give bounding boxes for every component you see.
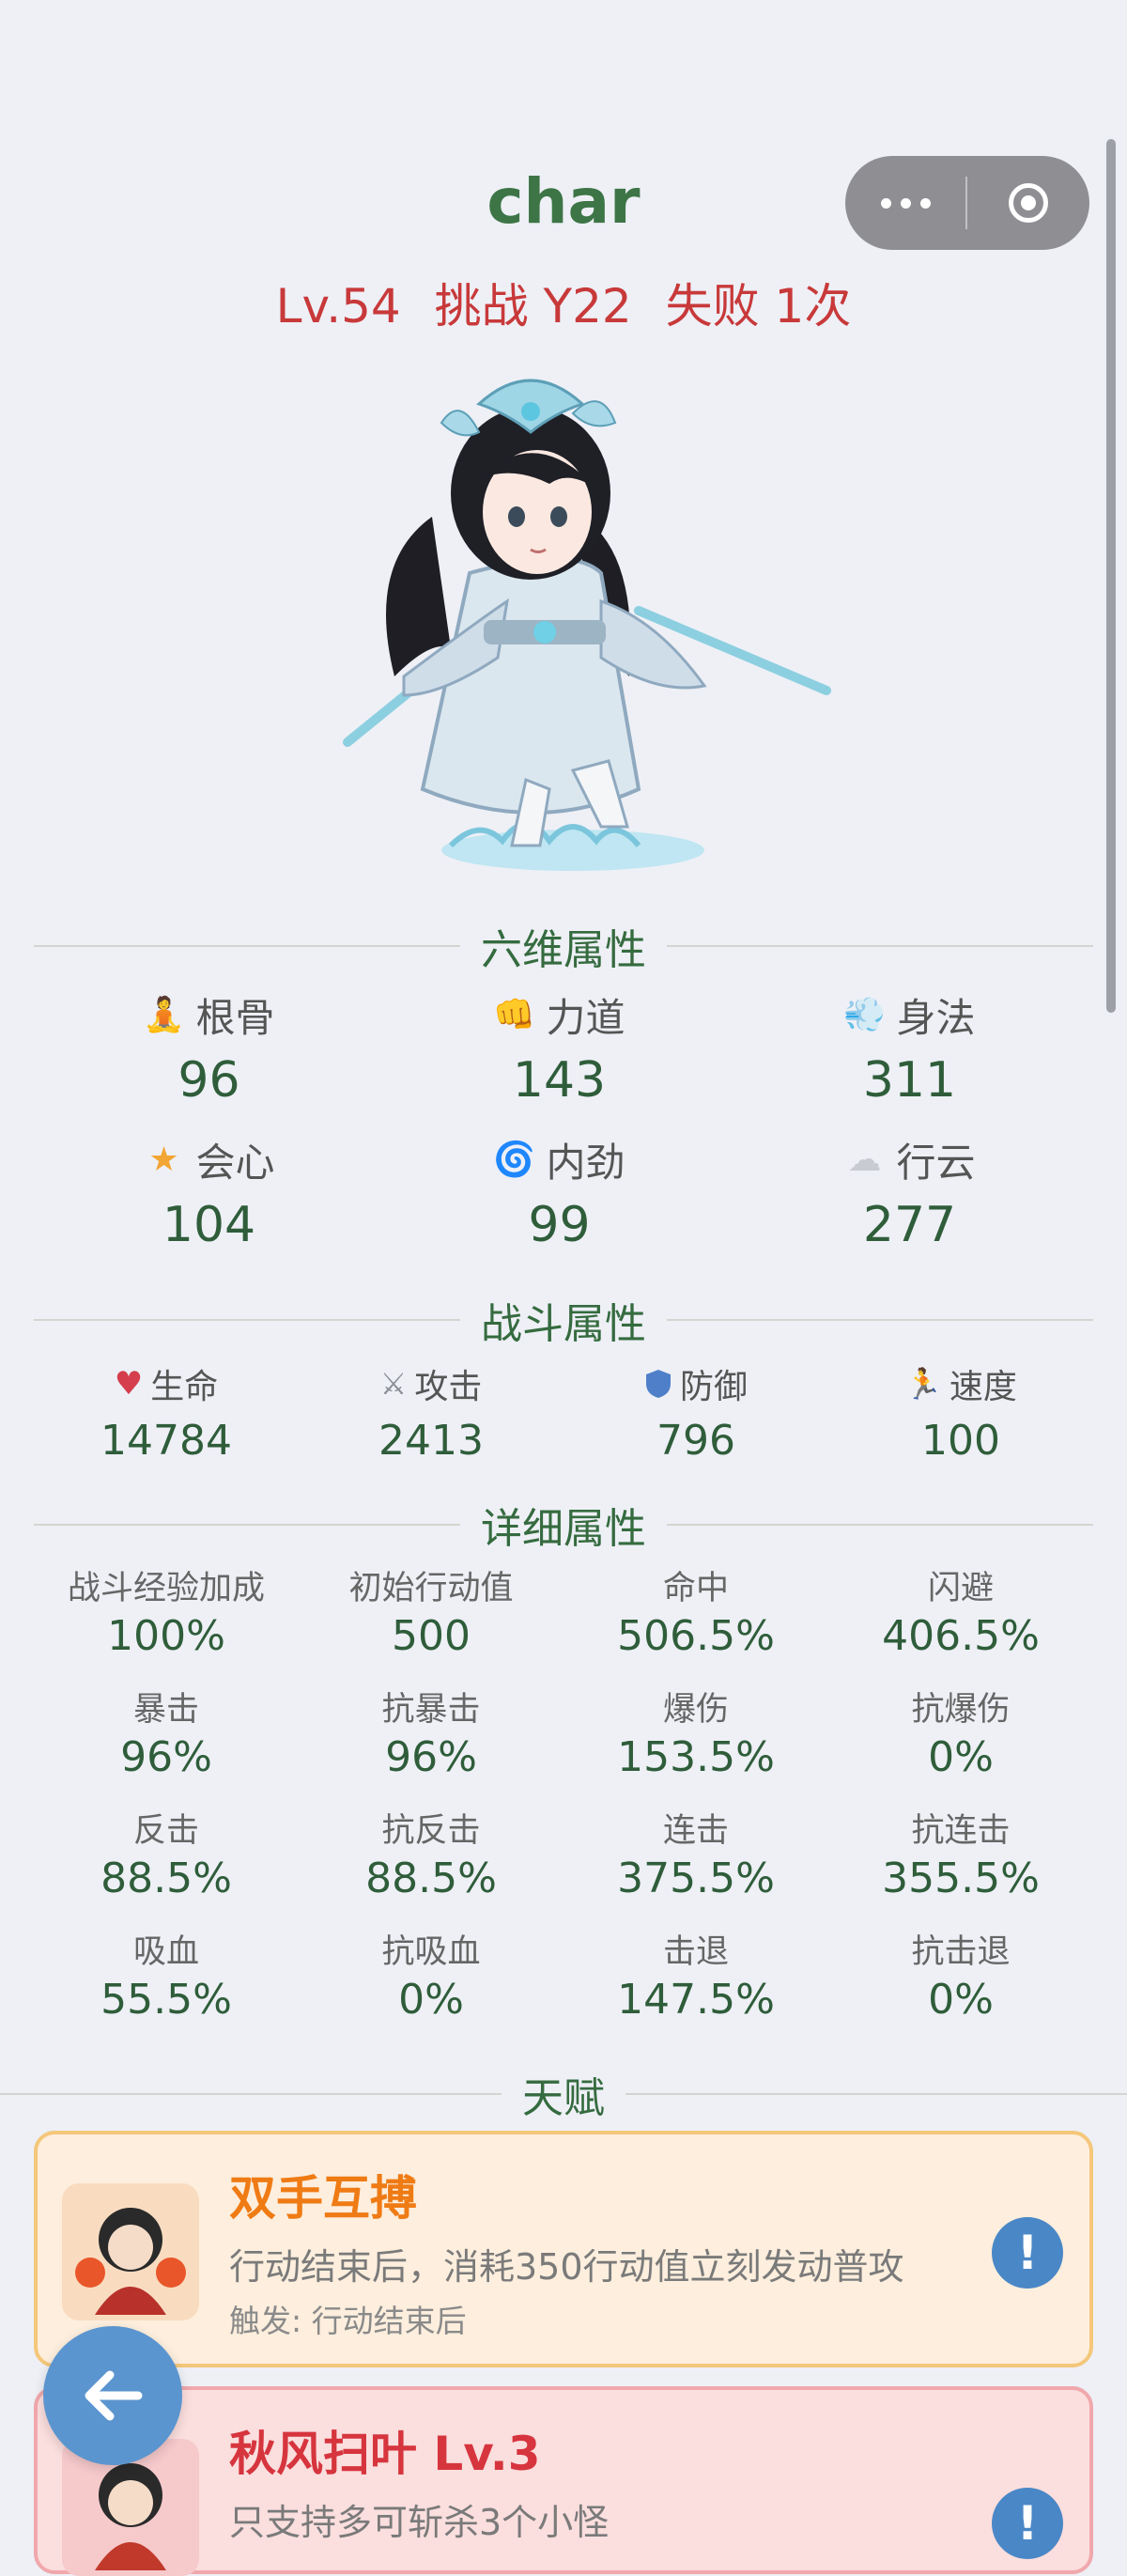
detail-item: 反击 88.5% bbox=[100, 1812, 232, 1902]
fist-icon: 👊 bbox=[493, 996, 535, 1034]
star-icon: ★ bbox=[148, 1140, 179, 1179]
battle-defense: 防御 796 bbox=[564, 1360, 828, 1465]
shield-icon bbox=[645, 1370, 671, 1398]
detail-item: 抗反击 88.5% bbox=[365, 1812, 497, 1902]
talent-section-title: 天赋 bbox=[0, 2071, 1127, 2122]
detail-item: 击退 147.5% bbox=[617, 1933, 775, 2024]
meditation-icon: 🧘 bbox=[143, 996, 185, 1034]
cloud-icon: ☁ bbox=[847, 1140, 882, 1179]
detail-item: 连击 375.5% bbox=[617, 1812, 775, 1902]
talent-trigger: 触发: 行动结束后 bbox=[229, 2303, 467, 2339]
level-label: Lv.54 bbox=[275, 279, 401, 334]
detail-item: 命中 506.5% bbox=[617, 1570, 775, 1660]
talent-title: 秋风扫叶 Lv.3 bbox=[229, 2427, 541, 2481]
battle-section-title: 战斗属性 bbox=[34, 1296, 1093, 1348]
runner-icon: 🏃 bbox=[904, 1366, 942, 1402]
talent-description: 只支持多可斩杀3个小怪 bbox=[229, 2502, 610, 2543]
talent-card[interactable]: 秋风扫叶 Lv.3 只支持多可斩杀3个小怪 ! bbox=[34, 2386, 1093, 2576]
battle-speed: 🏃 速度 100 bbox=[904, 1366, 1017, 1465]
battle-attack: ⚔ 攻击 2413 bbox=[378, 1366, 484, 1465]
arrow-left-icon bbox=[85, 2370, 143, 2421]
detail-item: 暴击 96% bbox=[120, 1691, 212, 1781]
six-dim-section-title: 六维属性 bbox=[34, 923, 1093, 974]
talent-thumbnail bbox=[62, 2183, 199, 2320]
swirl-icon: 🌀 bbox=[493, 1141, 535, 1179]
detail-item: 抗连击 355.5% bbox=[882, 1812, 1040, 1902]
character-name: char bbox=[486, 165, 641, 238]
detail-item: 抗爆伤 0% bbox=[911, 1691, 1011, 1781]
battle-hp: ♥ 生命 14784 bbox=[100, 1365, 232, 1465]
heart-icon: ♥ bbox=[114, 1365, 144, 1403]
talent-title: 双手互搏 bbox=[229, 2171, 417, 2226]
talent-card[interactable]: 双手互搏 行动结束后，消耗350行动值立刻发动普攻 触发: 行动结束后 ! bbox=[34, 2131, 1093, 2367]
info-icon[interactable]: ! bbox=[992, 2217, 1063, 2289]
attr-gengu: 🧘 根骨 96 bbox=[143, 994, 275, 1110]
crossed-swords-icon: ⚔ bbox=[379, 1366, 408, 1402]
detail-item: 吸血 55.5% bbox=[100, 1933, 232, 2024]
attr-lidao: 👊 力道 143 bbox=[493, 994, 625, 1110]
failure-count: 失败 1次 bbox=[665, 279, 852, 334]
six-dim-grid: 🧘 根骨 96 👊 力道 143 💨 身法 311 ★ 会心 104 🌀 内劲 99 ☁ 行… bbox=[0, 985, 1127, 1274]
challenge-label: 挑战 Y22 bbox=[434, 279, 632, 334]
detail-item: 抗暴击 96% bbox=[381, 1691, 481, 1781]
attr-shenfa: 💨 身法 311 bbox=[843, 994, 976, 1110]
attr-neijin: 🌀 内劲 99 bbox=[493, 1139, 625, 1254]
attr-xingyun: ☁ 行云 277 bbox=[734, 1129, 1085, 1274]
character-status-line: Lv.54 挑战 Y22 失败 1次 bbox=[0, 269, 1127, 336]
detail-item: 战斗经验加成 100% bbox=[67, 1570, 265, 1660]
detail-section-title: 详细属性 bbox=[34, 1501, 1093, 1553]
character-portrait bbox=[343, 379, 831, 871]
detail-grid: 战斗经验加成 100% 初始行动值 500 命中 506.5% 闪避 406.5% 暴击… bbox=[34, 1565, 1093, 2050]
detail-item: 闪避 406.5% bbox=[882, 1570, 1040, 1660]
detail-item: 抗击退 0% bbox=[911, 1933, 1011, 2024]
detail-item: 初始行动值 500 bbox=[348, 1570, 514, 1660]
wind-icon: 💨 bbox=[843, 996, 886, 1034]
info-icon[interactable]: ! bbox=[992, 2488, 1063, 2559]
detail-item: 抗吸血 0% bbox=[381, 1933, 481, 2024]
talent-description: 行动结束后，消耗350行动值立刻发动普攻 bbox=[229, 2246, 904, 2288]
attr-huixin: ★ 会心 104 bbox=[34, 1129, 384, 1274]
back-button[interactable] bbox=[43, 2326, 182, 2465]
battle-grid: ♥ 生命 14784 ⚔ 攻击 2413 防御 796 🏃 速度 100 bbox=[34, 1360, 1093, 1465]
detail-item: 爆伤 153.5% bbox=[617, 1691, 775, 1781]
